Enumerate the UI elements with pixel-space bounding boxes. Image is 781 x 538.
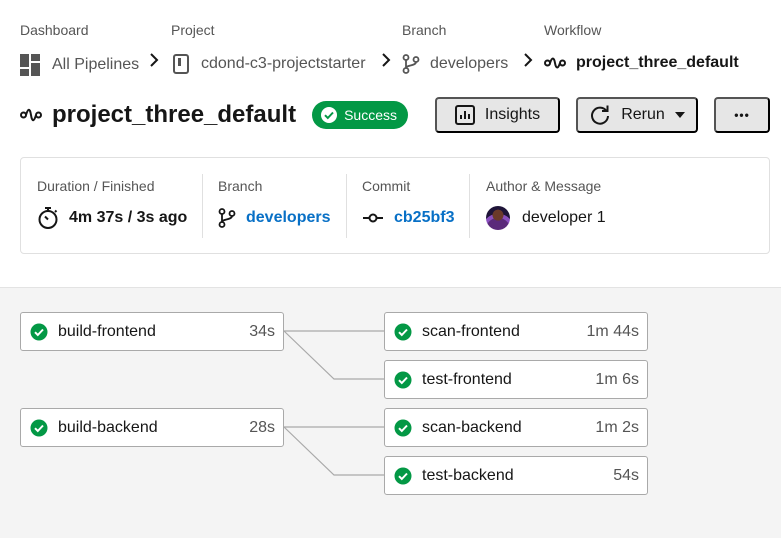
check-circle-icon xyxy=(394,371,412,388)
branch-icon xyxy=(218,208,236,228)
job-build-frontend[interactable]: build-frontend 34s xyxy=(20,312,284,351)
job-duration: 28s xyxy=(249,418,275,436)
duration-value-row: 4m 37s / 3s ago xyxy=(37,206,187,230)
commit-label: Commit xyxy=(362,178,411,194)
more-button[interactable]: ••• xyxy=(714,97,770,133)
job-duration: 54s xyxy=(613,466,639,484)
status-badge-text: Success xyxy=(344,107,397,123)
breadcrumb-project-label: Project xyxy=(171,22,215,38)
stopwatch-icon xyxy=(38,207,58,229)
branch-label: Branch xyxy=(218,178,263,194)
job-duration: 34s xyxy=(249,322,275,340)
job-scan-backend[interactable]: scan-backend 1m 2s xyxy=(384,408,648,447)
breadcrumb-all-pipelines-text: All Pipelines xyxy=(52,56,140,73)
branch-icon xyxy=(402,54,420,74)
caret-down-icon xyxy=(674,112,685,118)
rerun-button[interactable]: Rerun xyxy=(576,97,698,133)
insights-label: Insights xyxy=(484,106,541,123)
job-name: build-frontend xyxy=(58,322,156,340)
insights-icon xyxy=(454,105,475,125)
duration-value: 4m 37s / 3s ago xyxy=(69,209,188,226)
check-circle-icon xyxy=(321,107,338,123)
workflow-icon xyxy=(544,57,566,69)
check-circle-icon xyxy=(394,419,412,436)
job-test-backend[interactable]: test-backend 54s xyxy=(384,456,648,495)
job-duration: 1m 6s xyxy=(595,370,639,388)
commit-value-row: cb25bf3 xyxy=(362,206,454,230)
job-duration: 1m 44s xyxy=(586,322,639,340)
workflow-icon xyxy=(20,108,42,122)
job-duration: 1m 2s xyxy=(595,418,639,436)
author-value: developer 1 xyxy=(522,209,606,226)
author-label: Author & Message xyxy=(486,178,602,194)
chevron-right-icon xyxy=(382,53,391,67)
commit-icon xyxy=(363,213,383,223)
status-badge: Success xyxy=(312,101,408,129)
summary-divider xyxy=(202,174,203,238)
rerun-icon xyxy=(591,105,610,125)
breadcrumb-branch-link[interactable]: developers xyxy=(402,54,508,74)
project-icon xyxy=(173,54,189,74)
breadcrumb-project-link[interactable]: cdond-c3-projectstarter xyxy=(171,54,366,74)
summary-divider xyxy=(346,174,347,238)
check-circle-icon xyxy=(30,419,48,436)
workflow-graph: build-frontend 34s scan-frontend 1m 44s … xyxy=(0,287,781,538)
breadcrumb-workflow: Workflow project_three_default xyxy=(544,22,739,72)
breadcrumb-workflow-label: Workflow xyxy=(544,22,602,38)
rerun-label: Rerun xyxy=(621,106,665,123)
breadcrumb-dashboard-label: Dashboard xyxy=(20,22,89,38)
breadcrumb-branch-label: Branch xyxy=(402,22,447,38)
avatar xyxy=(486,206,510,230)
breadcrumb-dashboard: Dashboard All Pipelines xyxy=(20,22,139,76)
branch-value-row: developers xyxy=(218,206,330,230)
summary-divider xyxy=(469,174,470,238)
job-name: test-backend xyxy=(422,466,514,484)
breadcrumb-project-text: cdond-c3-projectstarter xyxy=(201,55,366,72)
check-circle-icon xyxy=(394,323,412,340)
branch-link[interactable]: developers xyxy=(246,209,330,227)
author-value-row: developer 1 xyxy=(486,206,606,230)
breadcrumb-project: Project cdond-c3-projectstarter xyxy=(171,22,366,74)
job-test-frontend[interactable]: test-frontend 1m 6s xyxy=(384,360,648,399)
breadcrumb: Dashboard All Pipelines Project cdond-c3… xyxy=(0,0,781,80)
job-build-backend[interactable]: build-backend 28s xyxy=(20,408,284,447)
connector-line xyxy=(283,426,384,476)
job-name: build-backend xyxy=(58,418,158,436)
breadcrumb-workflow-text: project_three_default xyxy=(576,54,739,71)
chevron-right-icon xyxy=(150,53,159,67)
chevron-right-icon xyxy=(524,53,533,67)
more-icon: ••• xyxy=(734,108,750,122)
job-name: test-frontend xyxy=(422,370,512,388)
job-name: scan-backend xyxy=(422,418,522,436)
breadcrumb-branch: Branch developers xyxy=(402,22,508,74)
duration-label: Duration / Finished xyxy=(37,178,155,194)
connector-line xyxy=(283,330,384,380)
job-scan-frontend[interactable]: scan-frontend 1m 44s xyxy=(384,312,648,351)
workflow-header: project_three_default Success xyxy=(20,96,408,134)
workflow-summary: Duration / Finished 4m 37s / 3s ago Bran… xyxy=(20,157,770,254)
commit-link[interactable]: cb25bf3 xyxy=(394,209,454,227)
dashboard-grid-icon xyxy=(20,54,40,76)
page-title: project_three_default xyxy=(52,101,297,128)
check-circle-icon xyxy=(394,467,412,484)
insights-button[interactable]: Insights xyxy=(435,97,560,133)
breadcrumb-all-pipelines-link[interactable]: All Pipelines xyxy=(20,54,139,76)
breadcrumb-branch-text: developers xyxy=(430,55,509,72)
job-name: scan-frontend xyxy=(422,322,520,340)
check-circle-icon xyxy=(30,323,48,340)
breadcrumb-workflow-current: project_three_default xyxy=(544,54,739,72)
